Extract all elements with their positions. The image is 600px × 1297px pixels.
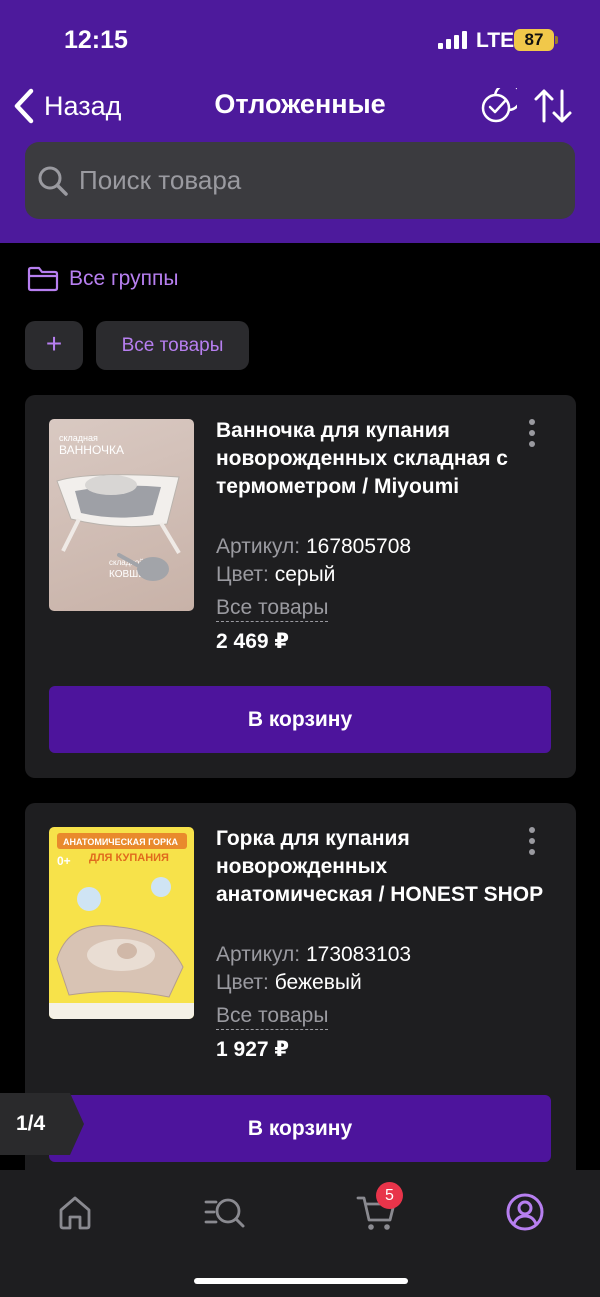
- product-price: 2 469 ₽: [216, 630, 289, 653]
- cart-badge: 5: [376, 1182, 403, 1209]
- network-type: LTE: [476, 29, 515, 52]
- add-group-button[interactable]: +: [25, 321, 83, 370]
- search-input[interactable]: [79, 165, 519, 196]
- product-title[interactable]: Ванночка для купания новорожденных склад…: [216, 417, 546, 501]
- article-label: Артикул:: [216, 943, 301, 966]
- sort-icon[interactable]: [533, 87, 573, 125]
- color-label: Цвет:: [216, 563, 269, 586]
- all-groups-link[interactable]: Все группы: [27, 266, 178, 292]
- svg-text:АНАТОМИЧЕСКАЯ ГОРКА: АНАТОМИЧЕСКАЯ ГОРКА: [63, 837, 179, 847]
- product-article: Артикул: 173083103: [216, 941, 411, 969]
- product-color: Цвет: серый: [216, 561, 335, 589]
- select-all-icon[interactable]: [481, 88, 517, 124]
- product-card: складная ВАННОЧКА складной КОВШИК Ванноч…: [25, 395, 576, 778]
- signal-icon: [438, 31, 468, 49]
- product-group-link[interactable]: Все товары: [216, 1003, 329, 1030]
- product-image[interactable]: складная ВАННОЧКА складной КОВШИК: [49, 419, 194, 611]
- product-card: АНАТОМИЧЕСКАЯ ГОРКА ДЛЯ КУПАНИЯ 0+ Горка…: [25, 803, 576, 1183]
- folder-icon: [27, 266, 59, 292]
- add-to-cart-button[interactable]: В корзину: [49, 1095, 551, 1162]
- catalog-search-icon[interactable]: [202, 1190, 246, 1234]
- color-label: Цвет:: [216, 971, 269, 994]
- product-price: 1 927 ₽: [216, 1038, 289, 1061]
- svg-text:0+: 0+: [57, 854, 71, 868]
- color-value: серый: [274, 563, 336, 586]
- status-time: 12:15: [64, 26, 128, 54]
- battery-tip: [555, 36, 558, 44]
- home-indicator: [194, 1278, 408, 1284]
- article-value: 173083103: [305, 943, 412, 966]
- product-title[interactable]: Горка для купания новорожденных анатомич…: [216, 825, 546, 909]
- article-label: Артикул:: [216, 535, 301, 558]
- add-to-cart-button[interactable]: В корзину: [49, 686, 551, 753]
- all-products-chip[interactable]: Все товары: [96, 321, 249, 370]
- article-value: 167805708: [305, 535, 412, 558]
- product-article: Артикул: 167805708: [216, 533, 411, 561]
- home-icon[interactable]: [53, 1190, 97, 1234]
- profile-icon[interactable]: [503, 1190, 547, 1234]
- page-indicator: 1/4: [0, 1093, 84, 1155]
- product-color: Цвет: бежевый: [216, 969, 362, 997]
- svg-text:ДЛЯ КУПАНИЯ: ДЛЯ КУПАНИЯ: [89, 852, 169, 864]
- app-header: 12:15 LTE 87 Назад Отложенные: [0, 0, 600, 243]
- search-bar: [25, 142, 575, 219]
- color-value: бежевый: [274, 971, 362, 994]
- svg-text:складная: складная: [59, 433, 98, 443]
- all-groups-label: Все группы: [69, 267, 179, 290]
- battery-icon: 87: [514, 29, 554, 51]
- product-image[interactable]: АНАТОМИЧЕСКАЯ ГОРКА ДЛЯ КУПАНИЯ 0+: [49, 827, 194, 1019]
- search-icon: [38, 166, 68, 196]
- svg-text:ВАННОЧКА: ВАННОЧКА: [59, 443, 124, 457]
- product-group-link[interactable]: Все товары: [216, 595, 329, 622]
